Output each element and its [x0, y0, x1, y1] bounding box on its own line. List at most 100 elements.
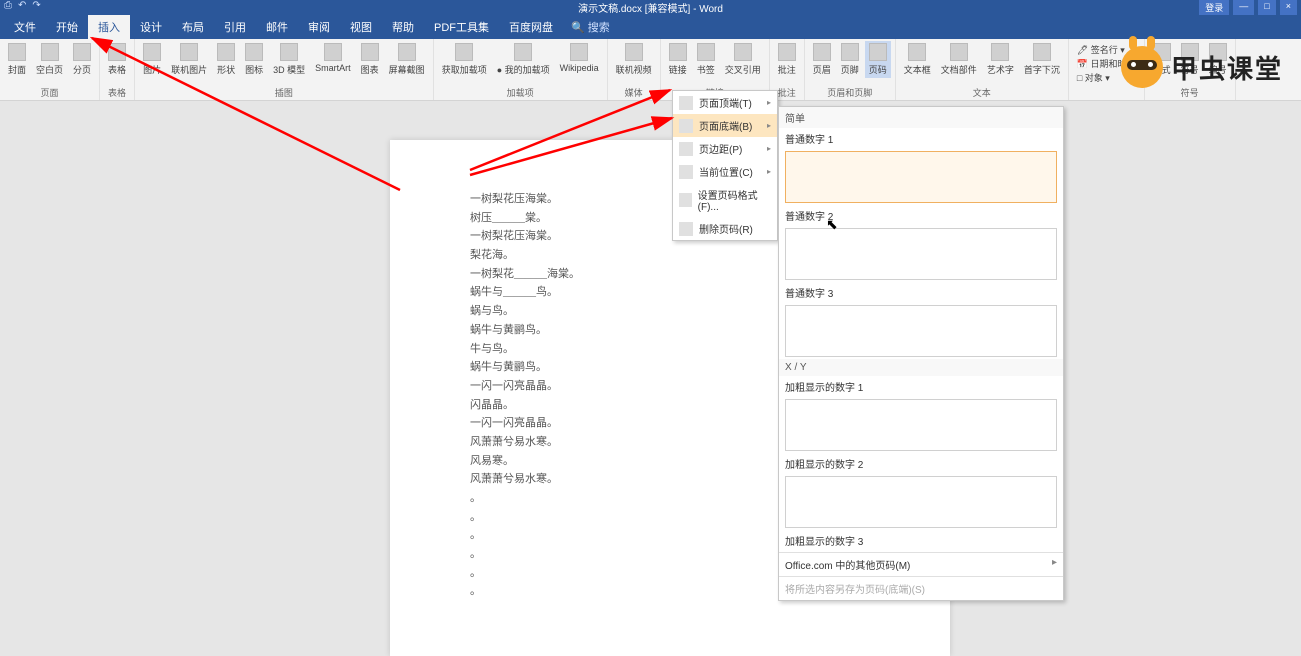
ribbon-button-页脚[interactable]: 页脚 — [837, 41, 863, 78]
ribbon-button-label: 图标 — [245, 63, 263, 76]
minimize-button[interactable]: — — [1233, 0, 1254, 15]
ribbon-button-label: 屏幕截图 — [389, 63, 425, 76]
ribbon-icon — [908, 43, 926, 61]
ribbon-button-label: 交叉引用 — [725, 63, 761, 76]
submenu-item-当前位置(C)[interactable]: 当前位置(C) ▸ — [673, 160, 777, 183]
tab-审阅[interactable]: 审阅 — [298, 15, 340, 39]
chevron-right-icon: ▸ — [767, 167, 771, 176]
gallery-option-普通数字 2[interactable] — [785, 228, 1057, 280]
tab-帮助[interactable]: 帮助 — [382, 15, 424, 39]
maximize-button[interactable]: □ — [1258, 0, 1275, 15]
ribbon-button-label: 页码 — [869, 63, 887, 76]
ribbon-button-label: 书签 — [697, 63, 715, 76]
ribbon-button-链接[interactable]: 链接 — [665, 41, 691, 78]
ribbon-button-label: 链接 — [669, 63, 687, 76]
gallery-option-label: 加粗显示的数字 2 — [779, 453, 1063, 474]
ribbon-button-文档部件[interactable]: 文档部件 — [937, 41, 981, 78]
ribbon-icon — [245, 43, 263, 61]
login-button[interactable]: 登录 — [1199, 0, 1229, 15]
ribbon-button-label: Wikipedia — [560, 63, 599, 73]
gallery-option-普通数字 1[interactable] — [785, 151, 1057, 203]
ribbon-button-书签[interactable]: 书签 — [693, 41, 719, 78]
search-button[interactable]: 🔍 搜索 — [571, 19, 610, 35]
tab-邮件[interactable]: 邮件 — [256, 15, 298, 39]
ribbon-button-联机图片[interactable]: 联机图片 — [167, 41, 211, 78]
gallery-option-加粗显示的数字 2[interactable] — [785, 476, 1057, 528]
ribbon-button-图表[interactable]: 图表 — [357, 41, 383, 78]
tab-引用[interactable]: 引用 — [214, 15, 256, 39]
ribbon-button-页眉[interactable]: 页眉 — [809, 41, 835, 78]
save-icon[interactable]: ⎙ — [4, 0, 12, 11]
ribbon-button-形状[interactable]: 形状 — [213, 41, 239, 78]
close-button[interactable]: × — [1280, 0, 1297, 15]
tab-百度网盘[interactable]: 百度网盘 — [499, 15, 563, 39]
gallery-option-label: 普通数字 3 — [779, 282, 1063, 303]
ribbon-button-● 我的加载项[interactable]: ● 我的加载项 — [493, 41, 554, 78]
ribbon-icon — [813, 43, 831, 61]
gallery-option-普通数字 3[interactable] — [785, 305, 1057, 357]
ribbon-button-Wikipedia[interactable]: Wikipedia — [556, 41, 603, 78]
submenu-label: 当前位置(C) — [699, 164, 753, 179]
ribbon-icon — [625, 43, 643, 61]
ribbon-button-文本框[interactable]: 文本框 — [900, 41, 935, 78]
tab-插入[interactable]: 插入 — [88, 15, 130, 39]
cursor-icon: ⬉ — [826, 216, 838, 233]
ribbon-button-label: 页眉 — [813, 63, 831, 76]
ribbon-icon — [8, 43, 26, 61]
undo-icon[interactable]: ↶ — [18, 0, 26, 11]
redo-icon[interactable]: ↷ — [32, 0, 40, 11]
gallery-section-header: X / Y — [779, 359, 1063, 376]
ribbon-button-批注[interactable]: 批注 — [774, 41, 800, 78]
tab-文件[interactable]: 文件 — [4, 15, 46, 39]
ribbon-button-label: 图片 — [143, 63, 161, 76]
ribbon-group-label: 媒体 — [625, 86, 643, 99]
brand-text: 甲虫课堂 — [1171, 49, 1283, 86]
submenu-item-删除页码(R)[interactable]: 删除页码(R) — [673, 217, 777, 240]
ribbon-button-label: SmartArt — [315, 63, 351, 73]
ribbon-button-封面[interactable]: 封面 — [4, 41, 30, 78]
gallery-section-header: 简单 — [779, 107, 1063, 128]
ribbon-icon — [697, 43, 715, 61]
tab-设计[interactable]: 设计 — [130, 15, 172, 39]
ribbon-button-页码[interactable]: 页码 — [865, 41, 891, 78]
ribbon-button-空白页[interactable]: 空白页 — [32, 41, 67, 78]
ribbon-button-SmartArt[interactable]: SmartArt — [311, 41, 355, 78]
ribbon-button-联机视频[interactable]: 联机视频 — [612, 41, 656, 78]
ribbon-button-3D 模型[interactable]: 3D 模型 — [269, 41, 309, 78]
ribbon-button-label: 首字下沉 — [1024, 63, 1060, 76]
ribbon-button-图标[interactable]: 图标 — [241, 41, 267, 78]
ribbon-button-艺术字[interactable]: 艺术字 — [983, 41, 1018, 78]
ribbon-button-首字下沉[interactable]: 首字下沉 — [1020, 41, 1064, 78]
ribbon-button-label: ● 我的加载项 — [497, 63, 550, 76]
submenu-item-页面底端(B)[interactable]: 页面底端(B)▸ — [673, 114, 777, 137]
ribbon-button-图片[interactable]: 图片 — [139, 41, 165, 78]
tab-视图[interactable]: 视图 — [340, 15, 382, 39]
ribbon-button-label: 3D 模型 — [273, 63, 305, 76]
gallery-option-label: 加粗显示的数字 3 — [779, 530, 1063, 551]
ribbon-group-label: 加载项 — [507, 86, 534, 99]
submenu-label: 页面底端(B) — [699, 118, 752, 133]
gallery-more-office[interactable]: Office.com 中的其他页码(M)▸ — [779, 552, 1063, 576]
ribbon-button-交叉引用[interactable]: 交叉引用 — [721, 41, 765, 78]
gallery-save-selection: 将所选内容另存为页码(底端)(S) — [779, 576, 1063, 600]
ribbon-group-页面: 封面空白页分页页面 — [0, 39, 100, 100]
ribbon-button-表格[interactable]: 表格 — [104, 41, 130, 78]
submenu-item-页面顶端(T)[interactable]: 页面顶端(T)▸ — [673, 91, 777, 114]
ribbon-group-文本: 文本框文档部件艺术字首字下沉文本 — [896, 39, 1069, 100]
tab-PDF工具集[interactable]: PDF工具集 — [424, 15, 499, 39]
gallery-option-加粗显示的数字 1[interactable] — [785, 399, 1057, 451]
ribbon-button-label: 联机视频 — [616, 63, 652, 76]
submenu-icon — [679, 193, 692, 207]
ribbon-button-label: 图表 — [361, 63, 379, 76]
ribbon-button-获取加载项[interactable]: 获取加载项 — [438, 41, 491, 78]
tab-布局[interactable]: 布局 — [172, 15, 214, 39]
tab-开始[interactable]: 开始 — [46, 15, 88, 39]
submenu-item-页边距(P)[interactable]: 页边距(P)▸ — [673, 137, 777, 160]
submenu-item-设置页码格式(F)...[interactable]: 设置页码格式(F)... — [673, 183, 777, 217]
ribbon-icon — [180, 43, 198, 61]
ribbon-button-屏幕截图[interactable]: 屏幕截图 — [385, 41, 429, 78]
ribbon-button-label: 分页 — [73, 63, 91, 76]
page-number-menu: 页面顶端(T)▸页面底端(B)▸页边距(P)▸ 当前位置(C) ▸ 设置页码格式(F)… — [672, 90, 778, 241]
ribbon-button-分页[interactable]: 分页 — [69, 41, 95, 78]
ribbon-button-label: 封面 — [8, 63, 26, 76]
